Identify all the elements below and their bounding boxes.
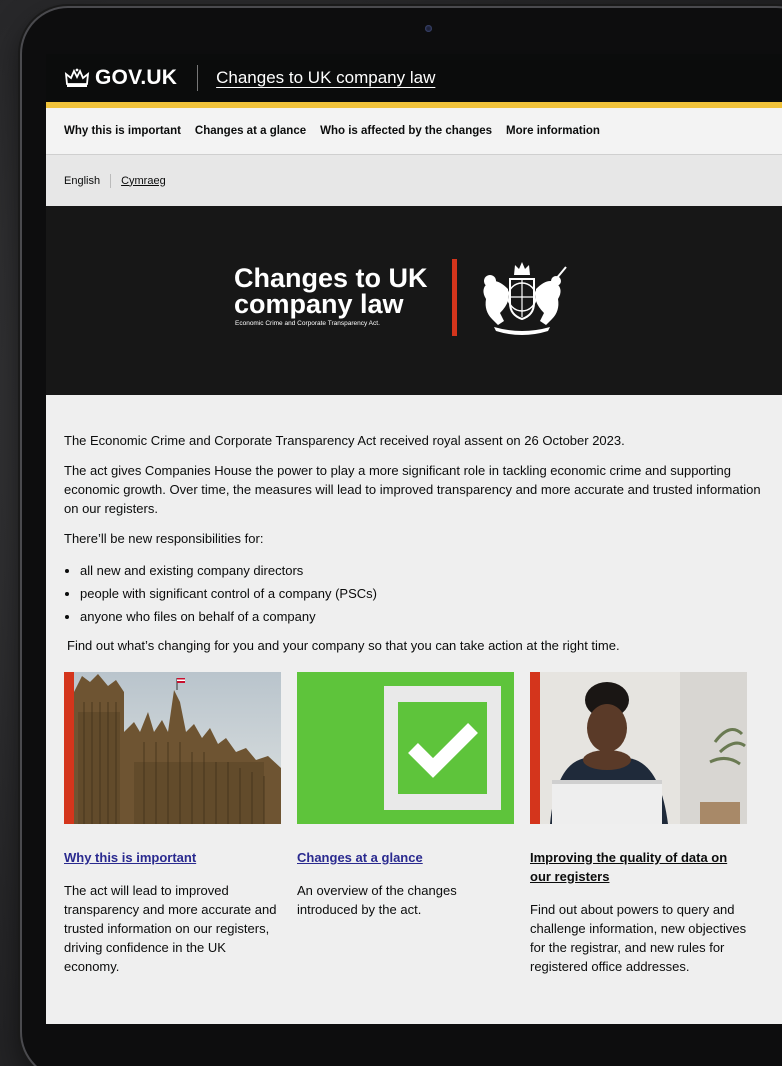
card-description: Find out about powers to query and chall…: [530, 902, 747, 974]
list-item: people with significant control of a com…: [80, 582, 768, 605]
language-switcher: English Cymraeg: [46, 155, 782, 206]
language-current: English: [64, 174, 101, 187]
main-content: The Economic Crime and Corporate Transpa…: [46, 395, 782, 976]
checkmark-image: [297, 672, 514, 824]
hero-subtitle: Economic Crime and Corporate Transparenc…: [235, 320, 380, 327]
camera-icon: [425, 25, 432, 32]
person-illustration: [530, 672, 747, 824]
list-item: anyone who files on behalf of a company: [80, 605, 768, 628]
hero-red-divider: [452, 259, 457, 336]
card-description: The act will lead to improved transparen…: [64, 883, 277, 974]
card-description: An overview of the changes introduced by…: [297, 883, 457, 917]
card-why-important: Why this is important The act will lead …: [64, 672, 281, 976]
card-grid: Why this is important The act will lead …: [64, 672, 768, 976]
person-at-laptop-image: [530, 672, 747, 824]
intro-paragraph-4: Find out what’s changing for you and you…: [67, 638, 620, 653]
background: GOV.UK Changes to UK company law Why thi…: [0, 0, 782, 1066]
nav-item-why-important[interactable]: Why this is important: [64, 125, 181, 137]
nav-item-more-information[interactable]: More information: [506, 125, 600, 137]
nav-item-changes-at-a-glance[interactable]: Changes at a glance: [195, 125, 306, 137]
card-changes-at-a-glance: Changes at a glance An overview of the c…: [297, 672, 514, 976]
card-link-improving-data-quality[interactable]: Improving the quality of data on our reg…: [530, 848, 747, 886]
govuk-logo-link[interactable]: GOV.UK: [64, 66, 177, 90]
hero-banner: Changes to UK company law Economic Crime…: [46, 206, 782, 395]
checkmark-icon: [297, 672, 514, 824]
govuk-header: GOV.UK Changes to UK company law: [46, 54, 782, 108]
intro-paragraph-2: The act gives Companies House the power …: [64, 463, 761, 516]
hero-title-line1: Changes to UK: [234, 263, 428, 293]
card-link-changes-at-a-glance[interactable]: Changes at a glance: [297, 848, 514, 867]
nav-item-who-is-affected[interactable]: Who is affected by the changes: [320, 125, 492, 137]
hero-title-line2: company law: [234, 289, 404, 319]
language-divider: [110, 173, 112, 188]
govuk-logo-text: GOV.UK: [95, 66, 178, 89]
service-name-link[interactable]: Changes to UK company law: [216, 68, 435, 88]
card-link-why-important[interactable]: Why this is important: [64, 848, 281, 867]
royal-coat-of-arms-icon: [483, 262, 567, 335]
card-improving-data-quality: Improving the quality of data on our reg…: [530, 672, 747, 976]
service-navigation: Why this is important Changes at a glanc…: [46, 108, 782, 155]
parliament-illustration: [64, 672, 281, 824]
parliament-image: [64, 672, 281, 824]
browser-viewport: GOV.UK Changes to UK company law Why thi…: [46, 54, 782, 1024]
list-item: all new and existing company directors: [80, 559, 768, 582]
language-link-cymraeg[interactable]: Cymraeg: [121, 175, 166, 187]
intro-paragraph-3: There’ll be new responsibilities for:: [64, 531, 264, 546]
intro-paragraph-1: The Economic Crime and Corporate Transpa…: [64, 433, 625, 448]
header-divider: [197, 65, 199, 91]
hero-title: Changes to UK company law: [234, 263, 428, 319]
crown-icon: [64, 68, 90, 87]
responsibilities-list: all new and existing company directors p…: [64, 559, 768, 628]
